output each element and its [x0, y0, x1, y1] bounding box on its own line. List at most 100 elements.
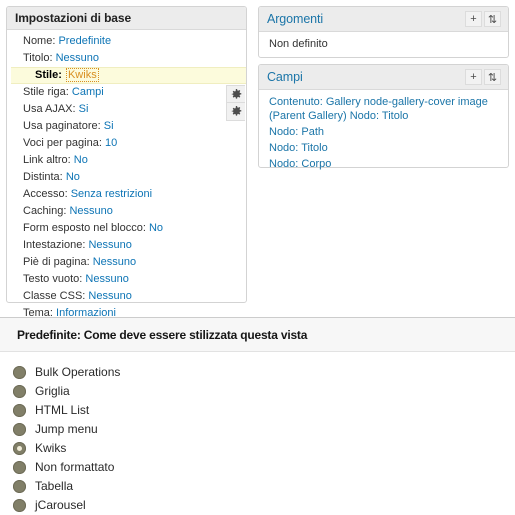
setting-row: Stile: Kwiks: [11, 67, 246, 84]
setting-label: Intestazione:: [23, 239, 86, 251]
setting-value[interactable]: No: [149, 222, 163, 234]
panel-link-item[interactable]: Nodo: Titolo: [259, 140, 508, 156]
setting-value[interactable]: 10: [105, 137, 117, 149]
setting-label: Form esposto nel blocco:: [23, 222, 146, 234]
radio-button-icon[interactable]: [13, 385, 26, 398]
style-radio-list: Bulk Operations Griglia HTML List Jump menu…: [0, 352, 515, 515]
setting-label: Nome:: [23, 35, 56, 47]
setting-row: Form esposto nel blocco: No: [7, 220, 246, 237]
arguments-header: Argomenti + ⇅: [259, 7, 508, 32]
add-argument-button[interactable]: +: [465, 11, 482, 27]
arguments-title[interactable]: Argomenti: [267, 12, 323, 26]
fields-header-actions: + ⇅: [465, 69, 501, 85]
style-option-label: HTML List: [35, 403, 90, 417]
style-option-row[interactable]: HTML List: [0, 401, 515, 420]
setting-label: Voci per pagina:: [23, 137, 102, 149]
setting-value[interactable]: Nessuno: [56, 52, 99, 64]
setting-label: Testo vuoto:: [23, 273, 83, 285]
fields-panel: Campi + ⇅ Contenuto: Gallery node-galler…: [258, 64, 509, 170]
setting-value[interactable]: Predefinite: [58, 35, 111, 47]
setting-value[interactable]: No: [74, 154, 88, 166]
setting-row: Usa paginatore: Si: [7, 118, 246, 135]
setting-value[interactable]: Si: [104, 120, 114, 132]
setting-row: Intestazione: Nessuno: [7, 237, 246, 254]
setting-label: Stile riga:: [23, 86, 69, 98]
style-option-row[interactable]: Non formattato: [0, 458, 515, 477]
radio-button-icon[interactable]: [13, 423, 26, 436]
setting-value[interactable]: Nessuno: [69, 205, 112, 217]
setting-value[interactable]: Nessuno: [93, 256, 136, 268]
style-option-row[interactable]: Tabella: [0, 477, 515, 496]
style-form-header: Predefinite: Come deve essere stilizzata…: [0, 318, 515, 352]
setting-row: Titolo: Nessuno: [7, 50, 246, 67]
setting-label: Link altro:: [23, 154, 71, 166]
setting-row: Accesso: Senza restrizioni: [7, 186, 246, 203]
setting-row: Classe CSS: Nessuno: [7, 288, 246, 305]
radio-button-icon[interactable]: [13, 442, 26, 455]
rearrange-fields-button[interactable]: ⇅: [484, 69, 501, 85]
fields-header: Campi + ⇅: [259, 65, 508, 90]
style-option-row[interactable]: Kwiks: [0, 439, 515, 458]
panel-link-item[interactable]: Nodo: Path: [259, 124, 508, 140]
setting-label: Accesso:: [23, 188, 68, 200]
fields-title[interactable]: Campi: [267, 70, 303, 84]
radio-selected-dot: [17, 446, 22, 451]
arguments-panel: Argomenti + ⇅ Non definito: [258, 6, 509, 58]
style-option-row[interactable]: Jump menu: [0, 420, 515, 439]
basic-settings-title: Impostazioni di base: [15, 11, 132, 25]
setting-row: Voci per pagina: 10: [7, 135, 246, 152]
setting-label: Usa paginatore:: [23, 120, 101, 132]
basic-settings-panel: Impostazioni di base Nome: Predefinite Ti…: [6, 6, 247, 319]
setting-row: Testo vuoto: Nessuno: [7, 271, 246, 288]
style-option-label: jCarousel: [35, 498, 86, 512]
setting-label: Caching:: [23, 205, 67, 217]
setting-row: Piè di pagina: Nessuno: [7, 254, 246, 271]
setting-row: Stile riga: Campi: [7, 84, 246, 101]
style-option-row[interactable]: Bulk Operations: [0, 363, 515, 382]
style-option-row[interactable]: Griglia: [0, 382, 515, 401]
setting-row: Nome: Predefinite: [7, 33, 246, 50]
arguments-header-actions: + ⇅: [465, 11, 501, 27]
settings-gear-strip: [226, 85, 245, 121]
setting-label: Classe CSS:: [23, 290, 86, 302]
setting-label: Titolo:: [23, 52, 53, 64]
radio-button-icon[interactable]: [13, 461, 26, 474]
setting-label: Piè di pagina:: [23, 256, 90, 268]
rearrange-arguments-button[interactable]: ⇅: [484, 11, 501, 27]
setting-row: Distinta: No: [7, 169, 246, 186]
radio-button-icon[interactable]: [13, 480, 26, 493]
arguments-body: Non definito: [259, 32, 508, 60]
setting-value[interactable]: No: [66, 171, 80, 183]
radio-button-icon[interactable]: [13, 404, 26, 417]
style-option-row[interactable]: jCarousel: [0, 496, 515, 515]
setting-value[interactable]: Kwiks: [65, 68, 99, 82]
radio-button-icon[interactable]: [13, 499, 26, 512]
setting-value[interactable]: Nessuno: [88, 290, 131, 302]
setting-row: Usa AJAX: Si: [7, 101, 246, 118]
views-edit-top-region: Impostazioni di base Nome: Predefinite Ti…: [0, 0, 515, 319]
style-selection-region: Predefinite: Come deve essere stilizzata…: [0, 318, 515, 515]
panel-text-item: Non definito: [269, 38, 328, 50]
setting-value[interactable]: Campi: [72, 86, 104, 98]
gear-icon-style[interactable]: [226, 85, 245, 103]
setting-row: Caching: Nessuno: [7, 203, 246, 220]
gear-icon-row-style[interactable]: [226, 103, 245, 121]
setting-value[interactable]: Senza restrizioni: [71, 188, 152, 200]
panel-link-item[interactable]: Nodo: Corpo: [259, 156, 508, 172]
setting-label: Distinta:: [23, 171, 63, 183]
setting-value[interactable]: Si: [79, 103, 89, 115]
fields-body: Contenuto: Gallery node-gallery-cover im…: [259, 90, 508, 180]
style-option-label: Bulk Operations: [35, 365, 121, 379]
setting-value[interactable]: Nessuno: [85, 273, 128, 285]
add-field-button[interactable]: +: [465, 69, 482, 85]
setting-label: Usa AJAX:: [23, 103, 76, 115]
style-option-label: Griglia: [35, 384, 70, 398]
style-option-label: Non formattato: [35, 460, 115, 474]
panel-link-item[interactable]: Contenuto: Gallery node-gallery-cover im…: [259, 94, 508, 124]
basic-settings-body: Nome: Predefinite Titolo: Nessuno Stile: K…: [7, 30, 246, 328]
basic-settings-header: Impostazioni di base: [7, 7, 246, 30]
setting-value[interactable]: Nessuno: [88, 239, 131, 251]
setting-label: Stile:: [35, 69, 62, 81]
setting-row: Link altro: No: [7, 152, 246, 169]
radio-button-icon[interactable]: [13, 366, 26, 379]
